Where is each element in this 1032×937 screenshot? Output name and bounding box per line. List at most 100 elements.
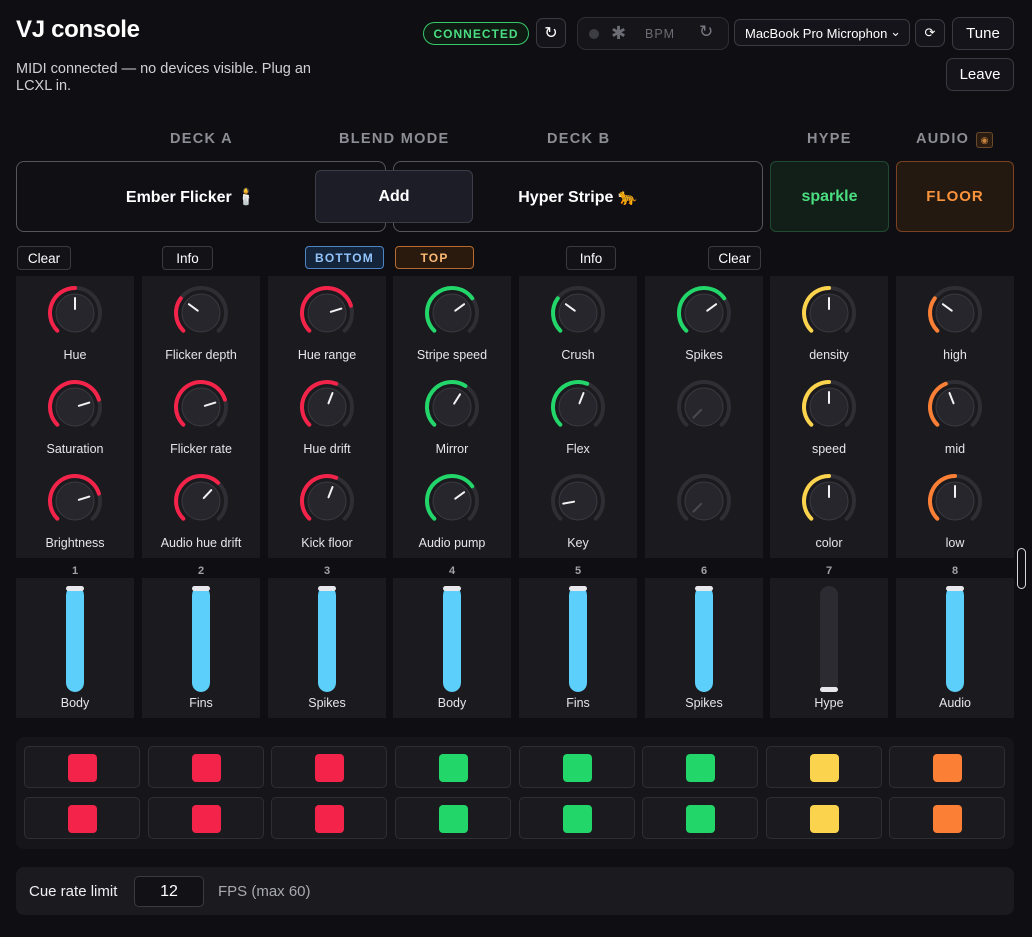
- fader-track[interactable]: [318, 586, 336, 692]
- fader-track[interactable]: [946, 586, 964, 692]
- pad-button[interactable]: [271, 797, 387, 839]
- pad-button[interactable]: [271, 746, 387, 788]
- fader-handle[interactable]: [192, 586, 210, 591]
- pad-button[interactable]: [766, 797, 882, 839]
- fader[interactable]: Audio: [896, 578, 1014, 718]
- knob[interactable]: [423, 472, 481, 530]
- deck-a-info-button[interactable]: Info: [162, 246, 213, 270]
- pad-button[interactable]: [519, 746, 635, 788]
- bpm-reset-icon[interactable]: ↻: [699, 22, 713, 42]
- fader-fill: [443, 586, 461, 692]
- fader-track[interactable]: [820, 586, 838, 692]
- leave-button[interactable]: Leave: [946, 58, 1014, 91]
- pad-led: [192, 754, 221, 782]
- pad-button[interactable]: [24, 797, 140, 839]
- pad-button[interactable]: [395, 797, 511, 839]
- fader[interactable]: Spikes: [645, 578, 763, 718]
- pad-button[interactable]: [889, 746, 1005, 788]
- layer-bottom-badge[interactable]: BOTTOM: [305, 246, 384, 269]
- knob[interactable]: [46, 284, 104, 342]
- pad-button[interactable]: [24, 746, 140, 788]
- fader-handle[interactable]: [946, 586, 964, 591]
- fader-track[interactable]: [443, 586, 461, 692]
- reconnect-button[interactable]: ↻: [536, 18, 566, 48]
- fader-handle[interactable]: [318, 586, 336, 591]
- blend-mode-button[interactable]: Add: [315, 170, 473, 223]
- fader-track[interactable]: [695, 586, 713, 692]
- pad-button[interactable]: [148, 797, 264, 839]
- knob[interactable]: [926, 472, 984, 530]
- fader-number: 4: [448, 565, 456, 577]
- fader[interactable]: Hype: [770, 578, 888, 718]
- knob-label: Flicker depth: [165, 348, 237, 362]
- fader[interactable]: Body: [16, 578, 134, 718]
- audio-mode-selector[interactable]: FLOOR: [896, 161, 1014, 232]
- knob[interactable]: [549, 472, 607, 530]
- fader-handle[interactable]: [66, 586, 84, 591]
- knob[interactable]: [46, 472, 104, 530]
- fader-track[interactable]: [569, 586, 587, 692]
- pad-button[interactable]: [519, 797, 635, 839]
- fader-track[interactable]: [192, 586, 210, 692]
- pad-button[interactable]: [889, 797, 1005, 839]
- pad-button[interactable]: [642, 797, 758, 839]
- bpm-label: BPM: [645, 27, 676, 41]
- connection-badge: CONNECTED: [423, 22, 529, 45]
- fader-number: 6: [700, 565, 708, 577]
- layer-top-badge[interactable]: TOP: [395, 246, 474, 269]
- deck-b-info-button[interactable]: Info: [566, 246, 616, 270]
- cue-rate-input[interactable]: 12: [134, 876, 204, 907]
- tap-tempo-icon[interactable]: ✱: [611, 23, 626, 44]
- knob[interactable]: [423, 284, 481, 342]
- knob[interactable]: [298, 284, 356, 342]
- cue-rate-unit: FPS (max 60): [218, 883, 311, 900]
- audio-header: AUDIO: [916, 131, 970, 147]
- knob[interactable]: [172, 284, 230, 342]
- knob[interactable]: [675, 284, 733, 342]
- refresh-icon: ↻: [544, 25, 558, 42]
- pad-button[interactable]: [395, 746, 511, 788]
- knob[interactable]: [675, 378, 733, 436]
- knob-cell: low: [896, 464, 1014, 558]
- pad-button[interactable]: [642, 746, 758, 788]
- fader-handle[interactable]: [820, 687, 838, 692]
- knob[interactable]: [423, 378, 481, 436]
- audio-input-select[interactable]: MacBook Pro Microphone ⌄: [734, 19, 910, 46]
- beat-indicator-dot: [589, 29, 599, 39]
- fader[interactable]: Fins: [519, 578, 637, 718]
- audio-lock-icon[interactable]: ◉: [976, 132, 993, 148]
- knob[interactable]: [800, 284, 858, 342]
- knob-body: [684, 293, 724, 333]
- tune-button[interactable]: Tune: [952, 17, 1014, 50]
- knob[interactable]: [298, 472, 356, 530]
- audio-refresh-button[interactable]: ⟳: [915, 19, 945, 47]
- fader[interactable]: Body: [393, 578, 511, 718]
- deck-a-clear-button[interactable]: Clear: [17, 246, 71, 270]
- knob[interactable]: [549, 284, 607, 342]
- knob[interactable]: [549, 378, 607, 436]
- pad-button[interactable]: [148, 746, 264, 788]
- fader-label: Spikes: [685, 696, 723, 710]
- fader-handle[interactable]: [695, 586, 713, 591]
- deck-b-clear-button[interactable]: Clear: [708, 246, 761, 270]
- fader[interactable]: Fins: [142, 578, 260, 718]
- knob-cell: [645, 370, 763, 464]
- knob[interactable]: [675, 472, 733, 530]
- knob[interactable]: [926, 284, 984, 342]
- knob[interactable]: [46, 378, 104, 436]
- hype-selector[interactable]: sparkle: [770, 161, 889, 232]
- scrollbar-thumb[interactable]: [1017, 548, 1026, 589]
- knob-body: [558, 481, 598, 521]
- fader[interactable]: Spikes: [268, 578, 386, 718]
- knob[interactable]: [298, 378, 356, 436]
- knob[interactable]: [800, 378, 858, 436]
- fader-handle[interactable]: [569, 586, 587, 591]
- knob-body: [181, 481, 221, 521]
- fader-handle[interactable]: [443, 586, 461, 591]
- knob[interactable]: [172, 378, 230, 436]
- fader-track[interactable]: [66, 586, 84, 692]
- knob[interactable]: [800, 472, 858, 530]
- pad-button[interactable]: [766, 746, 882, 788]
- knob[interactable]: [926, 378, 984, 436]
- knob[interactable]: [172, 472, 230, 530]
